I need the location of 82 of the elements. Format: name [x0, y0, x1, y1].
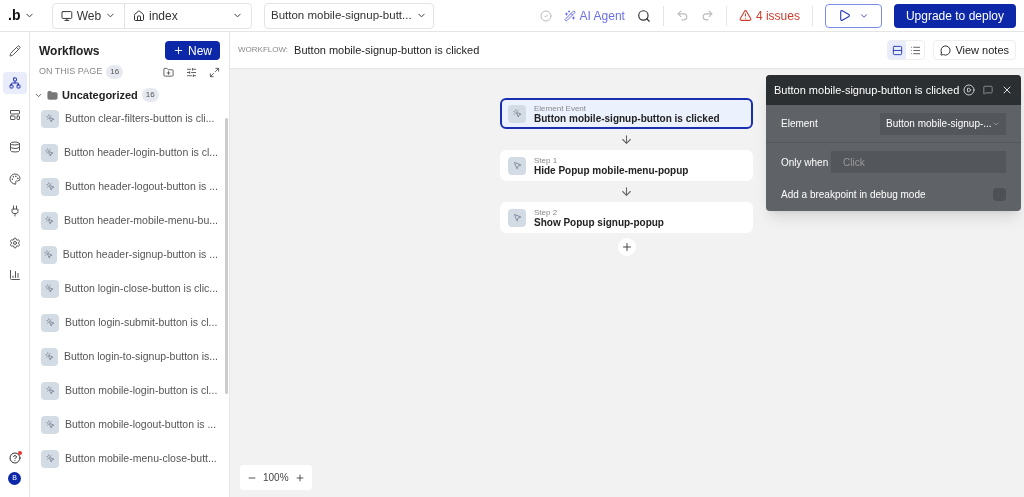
- workflow-item[interactable]: Button mobile-logout-button is ...: [65, 416, 217, 433]
- cursor-click-icon: [41, 245, 57, 264]
- arrow-down-icon: [620, 185, 633, 198]
- workflow-item[interactable]: Button clear-filters-button is cli...: [65, 110, 215, 127]
- condition-input[interactable]: Click: [831, 151, 1006, 173]
- card-view-icon[interactable]: [888, 41, 907, 59]
- expand-icon[interactable]: [209, 66, 220, 78]
- view-notes-button[interactable]: View notes: [933, 40, 1016, 60]
- platform-dropdown[interactable]: Web: [53, 3, 125, 28]
- cursor-click-icon: [41, 415, 59, 434]
- page-dropdown[interactable]: index: [125, 3, 251, 28]
- workflow-step-card[interactable]: Step 1 Hide Popup mobile-menu-popup: [500, 150, 753, 181]
- add-folder-icon[interactable]: [163, 66, 174, 78]
- play-icon: [837, 9, 851, 22]
- workflow-item[interactable]: Button header-login-button is cl...: [63, 144, 218, 161]
- step-caption: Element Event: [534, 103, 588, 114]
- cursor-click-icon: [508, 104, 526, 123]
- workflow-item[interactable]: Button mobile-menu-close-butt...: [65, 450, 217, 467]
- pointer-icon: [508, 156, 526, 175]
- cursor-click-icon: [41, 279, 59, 298]
- field-label: Only when: [781, 155, 829, 170]
- preview-button[interactable]: [824, 3, 882, 28]
- workflow-item[interactable]: Button login-submit-button is cl...: [65, 314, 218, 331]
- plus-icon: [173, 45, 184, 56]
- plus-icon: [620, 241, 633, 253]
- workflow-step-card[interactable]: Step 2 Show Popup signup-popup: [500, 202, 753, 233]
- cursor-click-icon: [41, 313, 59, 332]
- warning-icon: [738, 9, 752, 22]
- workflow-item[interactable]: Button header-signup-button is ...: [62, 246, 218, 263]
- workflow-item[interactable]: Button login-to-signup-button is...: [63, 348, 218, 365]
- note-icon: [940, 44, 952, 56]
- step-title: Hide Popup mobile-menu-popup: [534, 165, 689, 176]
- cursor-click-icon: [41, 347, 58, 366]
- issues-button[interactable]: 4 issues: [738, 6, 800, 25]
- cursor-click-icon: [41, 449, 59, 468]
- panel-title: Workflows: [39, 42, 100, 60]
- zoom-level: 100%: [263, 471, 289, 485]
- play-icon[interactable]: [963, 84, 976, 96]
- step-caption: Step 2: [534, 207, 559, 218]
- comment-icon[interactable]: [983, 85, 994, 95]
- home-icon: [133, 9, 145, 22]
- check-circle-icon[interactable]: [539, 9, 552, 22]
- help-icon[interactable]: [8, 452, 21, 464]
- inspector-title: Button mobile-signup-button is clicked: [774, 82, 960, 98]
- cursor-click-icon: [41, 381, 59, 400]
- cursor-click-icon: [41, 109, 59, 128]
- count-badge: 16: [141, 88, 159, 103]
- filter-icon[interactable]: [186, 66, 197, 78]
- logo[interactable]: .b: [8, 5, 21, 26]
- step-caption: Step 1: [534, 155, 559, 166]
- step-title: Show Popup signup-popup: [534, 217, 664, 228]
- field-label: Element: [781, 117, 818, 131]
- workflow-label: WORKFLOW:: [238, 44, 289, 56]
- cursor-click-icon: [41, 211, 58, 230]
- workflow-title: Button mobile-signup-button is clicked: [294, 42, 480, 58]
- workflow-step-card[interactable]: Element Event Button mobile-signup-button is clicked: [500, 98, 753, 129]
- cursor-click-icon: [41, 177, 59, 196]
- new-button[interactable]: New: [165, 41, 220, 60]
- wand-icon: [563, 9, 576, 22]
- ai-agent-button[interactable]: AI Agent: [563, 6, 625, 25]
- folder-name[interactable]: Uncategorized: [62, 87, 138, 104]
- close-icon[interactable]: [1001, 84, 1013, 96]
- workflow-item[interactable]: Button header-mobile-menu-bu...: [63, 212, 218, 229]
- cursor-click-icon: [41, 143, 58, 162]
- search-icon[interactable]: [636, 8, 651, 23]
- workflow-dropdown[interactable]: Button mobile-signup-butt...: [264, 2, 434, 29]
- workflow-item[interactable]: Button login-close-button is clic...: [64, 280, 218, 297]
- section-label: ON THIS PAGE: [39, 65, 103, 79]
- folder-icon: [47, 89, 58, 101]
- arrow-down-icon: [620, 133, 633, 146]
- upgrade-button[interactable]: Upgrade to deploy: [893, 3, 1016, 28]
- element-dropdown[interactable]: Button mobile-signup-...: [880, 112, 1006, 135]
- add-step-button[interactable]: [617, 238, 636, 256]
- pointer-icon: [508, 208, 526, 227]
- monitor-icon: [61, 9, 73, 22]
- step-title: Button mobile-signup-button is clicked: [534, 113, 720, 124]
- workflow-item[interactable]: Button mobile-login-button is cl...: [65, 382, 218, 399]
- workflow-icon[interactable]: [2, 72, 27, 94]
- field-label: Add a breakpoint in debug mode: [781, 187, 926, 202]
- count-badge: 16: [106, 65, 124, 79]
- workflow-item[interactable]: Button header-logout-button is ...: [65, 178, 218, 195]
- zoom-in-icon[interactable]: [294, 472, 305, 483]
